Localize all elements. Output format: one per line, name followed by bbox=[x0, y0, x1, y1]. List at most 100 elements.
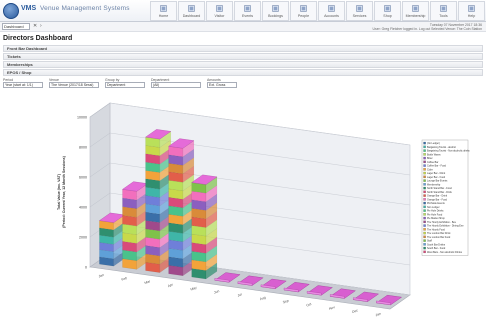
legend-swatch bbox=[423, 190, 426, 194]
legend-swatch bbox=[423, 160, 426, 164]
amounts-select[interactable]: Ext. Gross bbox=[207, 82, 237, 88]
department-select[interactable]: (All) bbox=[151, 82, 201, 88]
nav-item-services[interactable]: Services bbox=[346, 1, 373, 21]
legend-swatch bbox=[423, 216, 426, 220]
legend-entry: Staff bbox=[427, 240, 432, 243]
pencil-icon bbox=[216, 5, 223, 12]
y-axis-label: (Period: Current Year, 12 Month Sessions… bbox=[62, 155, 66, 227]
nav-item-people[interactable]: People bbox=[290, 1, 317, 21]
legend-entry: The Hourly Exhibition - Bev bbox=[427, 221, 457, 224]
legend-entry: Pie Hole Food bbox=[427, 213, 443, 216]
legend-entry: Non Lodger bbox=[427, 206, 440, 209]
venue-select[interactable]: The Venue (2017/18 Sessi) bbox=[49, 82, 99, 88]
dashboard-icon bbox=[188, 5, 195, 12]
legend-swatch bbox=[423, 243, 426, 246]
x-tick-label: Sep bbox=[282, 299, 289, 305]
legend-entry: Cider bbox=[427, 168, 433, 171]
legend-swatch bbox=[423, 231, 426, 235]
legend-swatch bbox=[423, 235, 426, 239]
nav-item-events[interactable]: Events bbox=[234, 1, 261, 21]
nav-item-help[interactable]: Help bbox=[458, 1, 485, 21]
period-select[interactable]: Year (start at: 1/1) bbox=[3, 82, 43, 88]
help-icon bbox=[468, 5, 475, 12]
legend-entry: Coffee Bar bbox=[427, 161, 439, 164]
legend-swatch bbox=[423, 164, 426, 167]
legend-swatch bbox=[423, 209, 426, 212]
nav-item-label: People bbox=[297, 14, 310, 18]
nav-item-label: Bookings bbox=[268, 14, 283, 18]
filter-period: Period Year (start at: 1/1) bbox=[3, 78, 43, 88]
panel-memberships[interactable]: Memberships bbox=[3, 61, 483, 68]
legend-entry: Orange Bar - Drink bbox=[427, 195, 448, 198]
legend-entry: South Bar - Food bbox=[427, 247, 446, 250]
legend-swatch bbox=[423, 141, 426, 145]
y-axis-label: Total Value (inc. VAT) bbox=[57, 173, 61, 210]
home-icon bbox=[160, 5, 167, 12]
panel-tickets[interactable]: Tickets bbox=[3, 53, 483, 60]
page-title: Directors Dashboard bbox=[3, 35, 73, 42]
legend-entry: Pitchside Events bbox=[427, 202, 445, 205]
legend-swatch bbox=[423, 194, 426, 197]
nav-item-label: Help bbox=[467, 14, 476, 18]
accounts-icon bbox=[328, 5, 335, 12]
nav-item-dashboard[interactable]: Dashboard bbox=[178, 1, 205, 21]
legend-entry: The London Bar Drink bbox=[427, 232, 451, 235]
nav-item-label: Home bbox=[158, 14, 169, 18]
nav-item-tools[interactable]: Tools bbox=[430, 1, 457, 21]
x-tick-label: Jan bbox=[375, 312, 382, 318]
vms-logo[interactable] bbox=[3, 3, 19, 19]
tag-icon bbox=[356, 5, 363, 12]
x-tick-label: Mar bbox=[144, 279, 152, 285]
app-header: VMS Venue Management Systems Home Dashboa… bbox=[0, 0, 486, 22]
legend-entry: The Hourly Food bbox=[427, 228, 445, 231]
nav-item-membership[interactable]: Membership bbox=[402, 1, 429, 21]
panel-front-bar[interactable]: Front Bar Dashboard bbox=[3, 45, 483, 52]
calendar-icon bbox=[244, 5, 251, 12]
chevron-right-icon[interactable]: › bbox=[40, 23, 42, 29]
legend-entry: (No Ledger) bbox=[427, 142, 440, 145]
bag-icon bbox=[384, 5, 391, 12]
legend-swatch bbox=[423, 239, 426, 242]
person-icon bbox=[300, 5, 307, 12]
legend-entry: Membership bbox=[427, 183, 441, 186]
legend-entry: North Stand Bar - Food bbox=[427, 187, 452, 190]
nav-item-accounts[interactable]: Accounts bbox=[318, 1, 345, 21]
group-by-select[interactable]: Department bbox=[105, 82, 145, 88]
nav-item-home[interactable]: Home bbox=[150, 1, 177, 21]
x-tick-label: Jun bbox=[213, 289, 220, 295]
nav-item-label: Tools bbox=[439, 14, 448, 18]
legend-entry: The London Bar Food bbox=[427, 236, 451, 239]
y-tick-label: 2000 bbox=[79, 236, 87, 240]
y-tick-label: 10000 bbox=[77, 116, 87, 120]
tools-icon bbox=[440, 5, 447, 12]
dashboard-select[interactable]: Dashboard bbox=[2, 23, 30, 30]
booking-icon bbox=[272, 5, 279, 12]
legend-entry: Pie Market Shop bbox=[427, 217, 445, 220]
legend-entry: Orange Bar - Food bbox=[427, 198, 448, 201]
legend-entry: Bitter bbox=[427, 157, 433, 160]
legend-entry: Lager Bar - Food bbox=[427, 176, 446, 179]
close-icon[interactable]: ✕ bbox=[33, 23, 37, 29]
nav-item-label: Services bbox=[352, 14, 367, 18]
filter-amounts: Amounts Ext. Gross bbox=[207, 78, 237, 88]
legend-swatch bbox=[423, 156, 426, 160]
status-user: User: Greg Fletcher logged in. Log out S… bbox=[372, 27, 482, 31]
legend-swatch bbox=[423, 220, 426, 224]
legend-swatch bbox=[423, 175, 426, 179]
nav-item-label: Visitor bbox=[214, 14, 225, 18]
nav-item-label: Accounts bbox=[324, 14, 339, 18]
legend-swatch bbox=[423, 205, 426, 209]
panel-epos-shop[interactable]: EPOS / Shop bbox=[3, 69, 483, 76]
legend-entry: North Stand Bar - Drink bbox=[427, 191, 453, 194]
legend-entry: Bottle Wares bbox=[427, 153, 441, 156]
legend-swatch bbox=[423, 250, 426, 254]
legend-swatch bbox=[423, 186, 426, 190]
nav-item-visitor[interactable]: Visitor bbox=[206, 1, 233, 21]
legend-entry: South Bar Drinks bbox=[427, 243, 446, 246]
logo-text: VMS bbox=[21, 5, 37, 12]
nav-item-bookings[interactable]: Bookings bbox=[262, 1, 289, 21]
legend-swatch bbox=[423, 213, 426, 216]
nav-item-shop[interactable]: Shop bbox=[374, 1, 401, 21]
legend-swatch bbox=[423, 228, 426, 231]
legend-entry: Lounge Bar Events bbox=[427, 180, 448, 183]
